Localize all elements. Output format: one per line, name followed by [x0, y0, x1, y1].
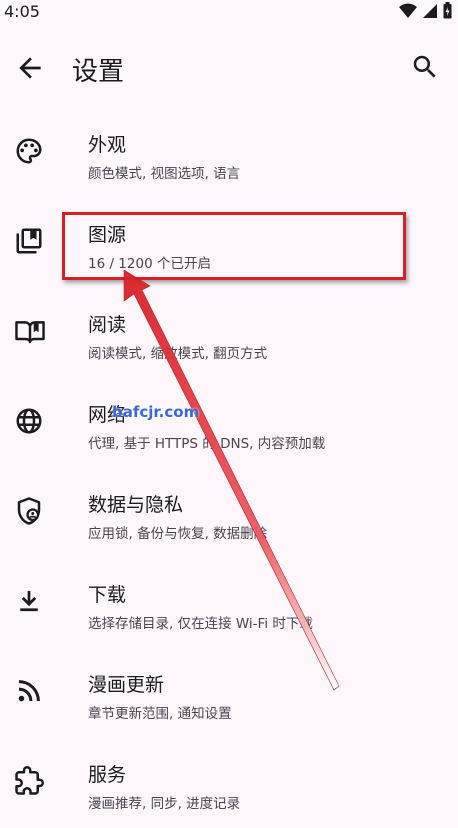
page-title: 设置	[72, 57, 125, 87]
settings-item-network[interactable]: 网络 代理, 基于 HTTPS 的 DNS, 内容预加载	[0, 378, 458, 468]
settings-item-label: 阅读	[88, 314, 127, 336]
globe-icon	[14, 406, 46, 438]
settings-item-summary: 漫画推荐, 同步, 进度记录	[88, 796, 241, 812]
puzzle-icon	[14, 766, 46, 798]
wifi-icon	[399, 3, 417, 18]
signal-icon	[423, 3, 437, 18]
status-icons	[399, 2, 452, 19]
settings-item-summary: 阅读模式, 缩放模式, 翻页方式	[88, 346, 268, 362]
status-bar: 4:05	[0, 0, 458, 24]
settings-item-label: 数据与隐私	[88, 494, 184, 516]
settings-item-summary: 应用锁, 备份与恢复, 数据删除	[88, 526, 268, 542]
back-button[interactable]	[14, 52, 46, 84]
rss-icon	[14, 676, 46, 708]
download-icon	[14, 586, 46, 618]
battery-icon	[443, 2, 452, 19]
settings-item-label: 下载	[88, 584, 127, 606]
status-time: 4:05	[4, 2, 40, 21]
settings-item-label: 外观	[88, 134, 127, 156]
settings-item-summary: 章节更新范围, 通知设置	[88, 706, 232, 722]
settings-item-appearance[interactable]: 外观 颜色模式, 视图选项, 语言	[0, 108, 458, 198]
library-icon	[14, 226, 46, 258]
palette-icon	[14, 136, 46, 168]
settings-item-reading[interactable]: 阅读 阅读模式, 缩放模式, 翻页方式	[0, 288, 458, 378]
settings-item-summary: 颜色模式, 视图选项, 语言	[88, 166, 241, 182]
highlight-box	[62, 212, 406, 280]
app-bar: 设置	[0, 34, 458, 104]
search-icon	[413, 55, 436, 78]
arrow-back-icon	[19, 57, 41, 79]
settings-item-label: 服务	[88, 764, 127, 786]
settings-item-summary: 代理, 基于 HTTPS 的 DNS, 内容预加载	[88, 436, 326, 452]
book-open-icon	[14, 316, 46, 348]
watermark: bafcjr.com	[112, 403, 200, 421]
settings-item-label: 漫画更新	[88, 674, 165, 696]
settings-item-download[interactable]: 下载 选择存储目录, 仅在连接 Wi-Fi 时下载	[0, 558, 458, 648]
settings-item-data-privacy[interactable]: 数据与隐私 应用锁, 备份与恢复, 数据删除	[0, 468, 458, 558]
shield-user-icon	[14, 496, 46, 528]
settings-item-summary: 选择存储目录, 仅在连接 Wi-Fi 时下载	[88, 616, 313, 632]
settings-item-manga-updates[interactable]: 漫画更新 章节更新范围, 通知设置	[0, 648, 458, 738]
settings-item-services[interactable]: 服务 漫画推荐, 同步, 进度记录	[0, 738, 458, 828]
search-button[interactable]	[410, 52, 442, 84]
